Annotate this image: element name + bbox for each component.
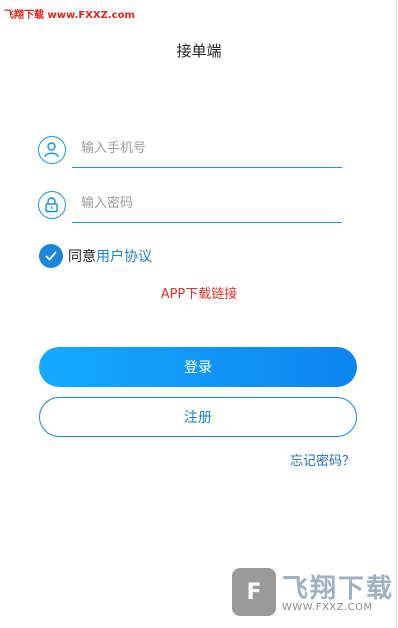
login-button[interactable]: 登录 [39, 347, 357, 387]
agree-label: 同意 [68, 249, 96, 265]
divider [396, 0, 397, 628]
password-input[interactable] [72, 191, 342, 223]
agree-checkbox[interactable] [39, 244, 63, 268]
watermark-top-text: 飞翔下载 www.FXXZ.com [4, 10, 135, 21]
register-button[interactable]: 注册 [39, 397, 357, 437]
user-agreement-link[interactable]: 用户协议 [96, 246, 152, 266]
watermark-logo: F 飞翔下载 WWW.FXXZ.COM [232, 568, 392, 620]
agreement-row: 同意 用户协议 [39, 244, 152, 268]
phone-field [38, 136, 342, 176]
phone-input[interactable] [72, 136, 342, 168]
checkmark-icon [45, 251, 57, 261]
lock-icon [38, 191, 66, 219]
watermark-logo-text: 飞翔下载 [282, 574, 395, 604]
forgot-password-link[interactable]: 忘记密码？ [290, 450, 355, 469]
logo-emblem-icon: F [232, 568, 276, 616]
watermark-logo-url: WWW.FXXZ.COM [282, 602, 373, 613]
page-title: 接单端 [176, 42, 222, 60]
user-icon [38, 136, 66, 164]
password-field [38, 191, 342, 231]
app-download-link[interactable]: APP下载链接 [0, 283, 398, 302]
